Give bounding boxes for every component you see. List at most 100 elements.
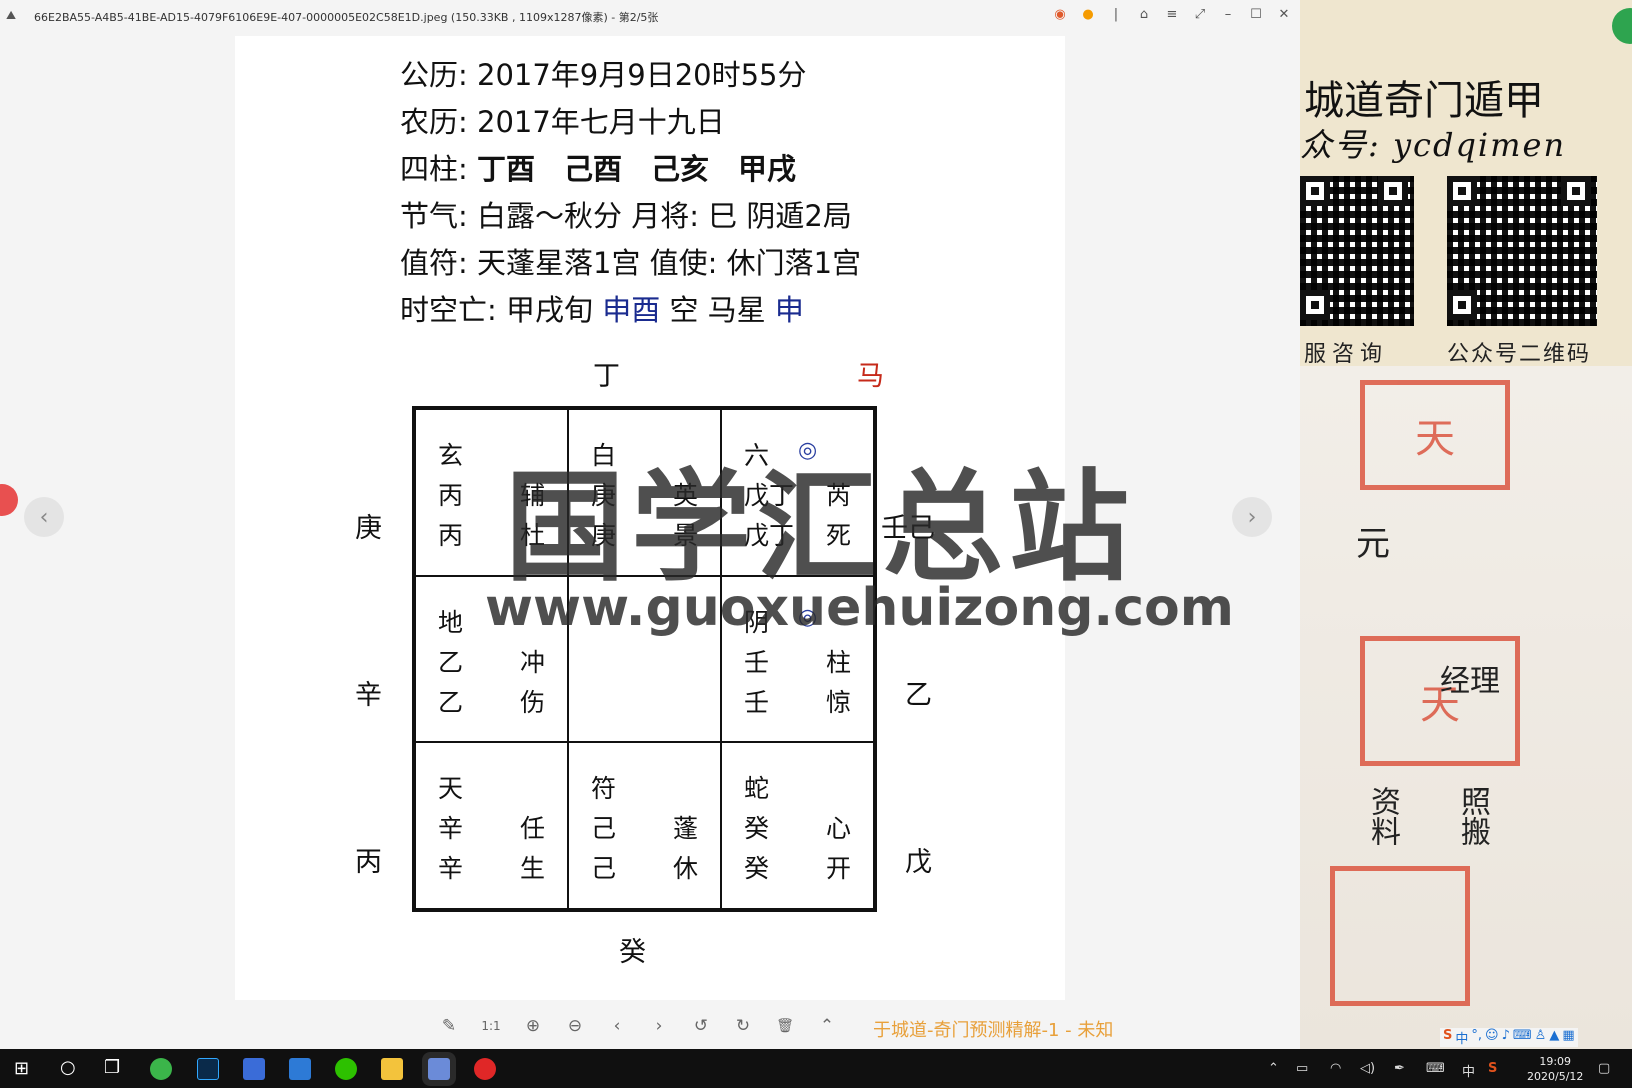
chart-info: 公历: 2017年9月9日20时55分 农历: 2017年七月十九日 四柱: 丁… — [400, 52, 861, 334]
palace-door: 开 — [826, 854, 852, 884]
volume-icon[interactable]: ◁) — [1360, 1061, 1375, 1076]
duty-info: 值符: 天蓬星落1宫 值使: 休门落1宫 — [400, 246, 862, 280]
lunar-date: 农历: 2017年七月十九日 — [400, 105, 725, 139]
handwriting: 照搬 — [1455, 786, 1490, 846]
task-view-icon[interactable]: ❐ — [104, 1057, 120, 1078]
rotate-right-icon[interactable]: ↻ — [732, 1016, 754, 1036]
netease-music-icon[interactable] — [474, 1058, 496, 1080]
photoshop-icon[interactable] — [197, 1058, 219, 1080]
edit-icon[interactable]: ✎ — [438, 1016, 460, 1036]
qr-finder — [1300, 290, 1330, 320]
previous-image-button[interactable]: ‹ — [24, 497, 64, 537]
direction-left-bottom: 丙 — [355, 847, 382, 878]
next-image-button[interactable]: › — [1232, 497, 1272, 537]
qr-code-consult — [1300, 176, 1414, 326]
collapse-icon[interactable]: ⌃ — [816, 1016, 838, 1036]
prev-circle-icon[interactable]: ‹ — [606, 1016, 628, 1036]
punctuation-icon[interactable]: °, — [1471, 1028, 1482, 1047]
zoom-in-icon[interactable]: ⊕ — [522, 1016, 544, 1036]
solar-term: 节气: 白露～秋分 月将: 巳 阴遁2局 — [400, 199, 852, 233]
title-bar: ⛰ 66E2BA55-A4B5-41BE-AD15-4079F6106E9E-4… — [0, 0, 1300, 32]
palace-door: 生 — [520, 854, 546, 884]
app-icon: ⛰ — [6, 8, 17, 22]
fullscreen-icon[interactable]: ⤢ — [1192, 7, 1208, 22]
ime-mode[interactable]: 中 — [1455, 1028, 1468, 1047]
palace-earth: 己 — [591, 854, 617, 884]
search-icon[interactable]: ○ — [60, 1057, 76, 1078]
file-explorer-icon[interactable] — [381, 1058, 403, 1080]
direction-right-bottom: 戊 — [905, 847, 932, 878]
pen-icon[interactable]: ✒ — [1394, 1061, 1405, 1076]
watermark-url: www.guoxuehuizong.com — [485, 578, 1234, 638]
tray-ime[interactable]: 中 — [1462, 1061, 1475, 1080]
taskbar-clock[interactable]: 19:09 2020/5/12 — [1527, 1054, 1583, 1084]
sogou-tray-icon[interactable]: S — [1488, 1061, 1497, 1076]
zoom-out-icon[interactable]: ⊖ — [564, 1016, 586, 1036]
red-seal: 天 — [1360, 380, 1510, 490]
palace-heaven: 癸 — [744, 814, 770, 844]
chevron-right-icon: › — [1247, 504, 1257, 530]
grid-icon[interactable]: ▦ — [1562, 1028, 1574, 1047]
qr-label-consult: 服咨询 — [1304, 342, 1389, 367]
direction-right-mid: 乙 — [905, 680, 932, 711]
notification-dot-icon[interactable]: ● — [1080, 7, 1096, 22]
palace-door: 伤 — [520, 687, 546, 717]
palace-star: 冲 — [520, 647, 546, 677]
palace-heaven: 己 — [591, 814, 617, 844]
video-caption: 于城道-奇门预测精解-1 - 未知 — [873, 1020, 1114, 1041]
rotate-left-icon[interactable]: ↺ — [690, 1016, 712, 1036]
handwriting: 经理 — [1440, 664, 1500, 699]
app-mail-icon[interactable] — [289, 1058, 311, 1080]
keyboard-icon[interactable]: ⌨ — [1513, 1028, 1532, 1047]
minimize-icon[interactable]: – — [1220, 7, 1236, 22]
skin-icon[interactable]: ◉ — [1052, 7, 1068, 22]
skin-icon[interactable]: ▲ — [1549, 1028, 1559, 1047]
maximize-icon[interactable]: ☐ — [1248, 7, 1264, 22]
side-subtitle: 众号: ycdqimen — [1300, 126, 1567, 164]
handwriting: 资料 — [1365, 786, 1400, 846]
user-icon[interactable]: ♙ — [1535, 1028, 1547, 1047]
menu-icon[interactable]: ≡ — [1164, 7, 1180, 22]
close-icon[interactable]: ✕ — [1276, 7, 1292, 22]
handwriting: 元 — [1356, 524, 1390, 564]
palace-earth: 壬 — [744, 687, 770, 717]
palace-8: 天 辛 辛 任 生 — [415, 742, 568, 909]
app-w-icon[interactable] — [243, 1058, 265, 1080]
wechat-icon[interactable] — [335, 1058, 357, 1080]
keyboard-tray-icon[interactable]: ⌨ — [1426, 1061, 1445, 1076]
tray-chevron-up-icon[interactable]: ⌃ — [1268, 1061, 1279, 1076]
direction-left-mid: 辛 — [355, 680, 382, 711]
shirt-icon[interactable]: ⌂ — [1136, 7, 1152, 22]
emoji-icon[interactable]: ☺ — [1485, 1028, 1499, 1047]
palace-6: 蛇 癸 癸 心 开 — [721, 742, 874, 909]
direction-top: 丁 — [593, 361, 620, 392]
ime-toolbar[interactable]: S 中 °, ☺ ♪ ⌨ ♙ ▲ ▦ — [1440, 1028, 1578, 1047]
side-title: 城道奇门遁甲 — [1304, 78, 1544, 124]
void-info: 时空亡: 甲戌旬 申酉 空 马星 申 — [400, 287, 861, 334]
palace-earth: 癸 — [744, 854, 770, 884]
void-mid: 空 马星 — [660, 293, 775, 327]
browser-icon[interactable] — [150, 1058, 172, 1080]
delete-icon[interactable]: 🗑 — [774, 1018, 796, 1034]
next-circle-icon[interactable]: › — [648, 1016, 670, 1036]
cursor-indicator — [0, 484, 18, 516]
battery-icon[interactable]: ▭ — [1296, 1061, 1308, 1076]
wifi-icon[interactable]: ◠ — [1330, 1061, 1341, 1076]
palace-god: 天 — [438, 774, 464, 804]
pillars-value: 丁酉 己酉 己亥 甲戌 — [477, 152, 797, 186]
void-prefix: 时空亡: 甲戌旬 — [400, 293, 603, 327]
mic-icon[interactable]: ♪ — [1502, 1028, 1510, 1047]
notification-icon[interactable]: ▢ — [1598, 1061, 1610, 1076]
palace-door: 惊 — [826, 687, 852, 717]
image-viewer-icon[interactable] — [428, 1058, 450, 1080]
qr-label-official: 公众号二维码 — [1447, 342, 1592, 367]
actual-size-button[interactable]: 1:1 — [480, 1019, 502, 1033]
window-title: 66E2BA55-A4B5-41BE-AD15-4079F6106E9E-407… — [34, 11, 659, 24]
sogou-icon: S — [1443, 1028, 1453, 1043]
qr-finder — [1300, 176, 1330, 206]
windows-start-icon[interactable]: ⊞ — [14, 1058, 29, 1079]
chevron-left-icon: ‹ — [39, 504, 49, 530]
four-pillars: 四柱: 丁酉 己酉 己亥 甲戌 — [400, 146, 861, 193]
palace-god: 蛇 — [744, 774, 770, 804]
clock-time: 19:09 — [1539, 1055, 1572, 1068]
